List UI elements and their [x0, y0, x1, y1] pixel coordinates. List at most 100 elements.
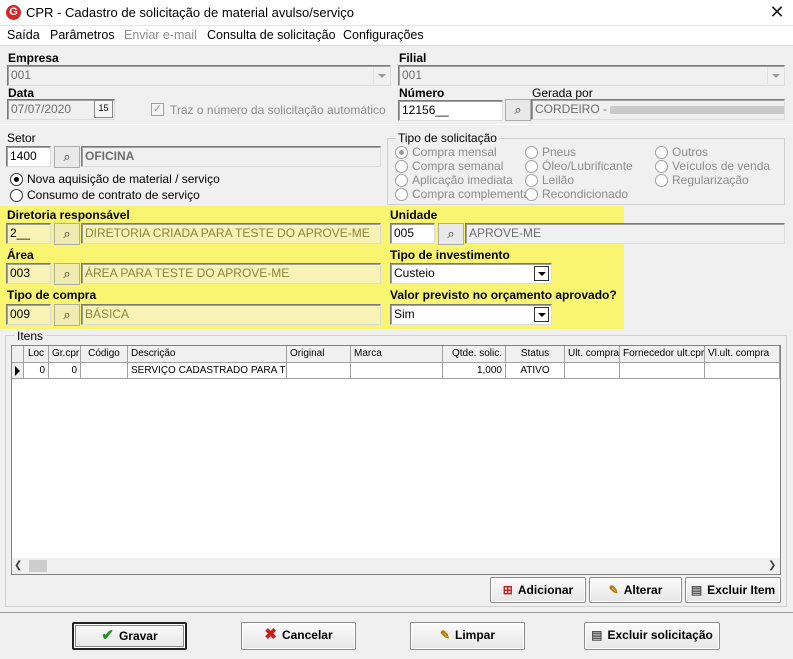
- binoculars-icon: ⌕: [63, 226, 71, 241]
- divider: [0, 124, 793, 125]
- col-header-original[interactable]: Original: [287, 346, 351, 363]
- menu-parametros[interactable]: Parâmetros: [50, 28, 115, 42]
- radio-veiculos-venda[interactable]: [655, 160, 668, 173]
- radio-compra-semanal[interactable]: [395, 160, 408, 173]
- gravar-button[interactable]: ✔ Gravar: [72, 622, 187, 650]
- trash-icon: ▤: [591, 628, 603, 642]
- area-code-field[interactable]: 003: [6, 263, 51, 284]
- radio-aplicacao-imediata-label: Aplicação imediata: [412, 173, 513, 187]
- filial-select[interactable]: 001: [398, 65, 785, 86]
- menu-consulta-solicitacao[interactable]: Consulta de solicitação: [207, 28, 336, 42]
- radio-nova-aquisicao-label: Nova aquisição de material / serviço: [27, 172, 220, 186]
- menu-bar: Saída Parâmetros Enviar e-mail Consulta …: [0, 26, 793, 46]
- col-header-marca[interactable]: Marca: [351, 346, 443, 363]
- cell-qtde[interactable]: 1,000: [443, 363, 506, 379]
- traz-numero-label: Traz o número da solicitação automático: [170, 103, 386, 117]
- radio-recondicionado[interactable]: [525, 188, 538, 201]
- radio-regularizacao[interactable]: [655, 174, 668, 187]
- area-label: Área: [7, 248, 34, 262]
- itens-grid[interactable]: Loc Gr.cpr Código Descrição Original Mar…: [11, 345, 781, 575]
- app-logo-icon: G: [6, 5, 21, 20]
- radio-compra-semanal-label: Compra semanal: [412, 159, 504, 173]
- menu-configuracoes[interactable]: Configurações: [343, 28, 424, 42]
- cell-original[interactable]: [287, 363, 351, 379]
- col-header-grcpr[interactable]: Gr.cpr: [49, 346, 81, 363]
- diretoria-lookup-button[interactable]: ⌕: [54, 223, 80, 245]
- scroll-left-icon[interactable]: ❮: [14, 560, 22, 571]
- col-header-vl-ult-compra[interactable]: Vl.ult. compra: [705, 346, 780, 363]
- cell-vl-ult-compra[interactable]: [705, 363, 780, 379]
- title-bar: G CPR - Cadastro de solicitação de mater…: [0, 0, 793, 26]
- chevron-down-icon[interactable]: [534, 307, 549, 322]
- chevron-down-icon[interactable]: [534, 266, 549, 281]
- data-value: 07/07/2020: [11, 102, 72, 116]
- radio-compra-complementar[interactable]: [395, 188, 408, 201]
- cell-fornecedor[interactable]: [620, 363, 705, 379]
- numero-label: Número: [399, 86, 445, 100]
- col-header-status[interactable]: Status: [506, 346, 565, 363]
- radio-leilao-label: Leilão: [542, 173, 575, 187]
- cell-grcpr[interactable]: 0: [49, 363, 81, 379]
- numero-lookup-button[interactable]: ⌕: [505, 99, 531, 121]
- cell-codigo[interactable]: [81, 363, 128, 379]
- trash-icon: ▤: [690, 583, 703, 597]
- col-header-fornecedor[interactable]: Fornecedor ult.cpr: [620, 346, 705, 363]
- col-header-descricao[interactable]: Descrição: [128, 346, 287, 363]
- chevron-down-icon[interactable]: [373, 67, 389, 84]
- radio-nova-aquisicao[interactable]: [10, 173, 23, 186]
- unidade-code-field[interactable]: 005: [390, 223, 435, 244]
- close-window-button[interactable]: ✕: [764, 1, 790, 25]
- excluir-item-button[interactable]: ▤ Excluir Item: [685, 577, 781, 603]
- setor-code-field[interactable]: 1400: [6, 146, 51, 167]
- tipo-compra-code-field[interactable]: 009: [6, 304, 51, 325]
- col-header-ult-compra[interactable]: Ult. compra: [565, 346, 620, 363]
- calendar-icon[interactable]: 15: [94, 100, 113, 118]
- radio-outros[interactable]: [655, 146, 668, 159]
- excluir-solicitacao-button[interactable]: ▤ Excluir solicitação: [584, 622, 720, 650]
- cell-descricao[interactable]: SERVIÇO CADASTRADO PARA TE: [128, 363, 287, 379]
- radio-compra-complementar-label: Compra complementar: [412, 187, 535, 201]
- tipo-compra-lookup-button[interactable]: ⌕: [54, 304, 80, 326]
- binoculars-icon: ⌕: [514, 102, 522, 117]
- radio-consumo-contrato[interactable]: [10, 189, 23, 202]
- col-header-codigo[interactable]: Código: [81, 346, 128, 363]
- radio-oleo-lubrificante[interactable]: [525, 160, 538, 173]
- radio-oleo-lubrificante-label: Óleo/Lubrificante: [542, 159, 633, 173]
- setor-lookup-button[interactable]: ⌕: [54, 146, 80, 168]
- col-header-loc[interactable]: Loc: [24, 346, 49, 363]
- col-header-qtde[interactable]: Qtde. solic.: [443, 346, 506, 363]
- radio-aplicacao-imediata[interactable]: [395, 174, 408, 187]
- valor-previsto-select[interactable]: Sim: [390, 304, 552, 325]
- unidade-lookup-button[interactable]: ⌕: [438, 223, 464, 245]
- alterar-button[interactable]: ✎ Alterar: [589, 577, 682, 603]
- horizontal-scrollbar[interactable]: ❮ ❯: [12, 558, 780, 574]
- scroll-right-icon[interactable]: ❯: [768, 560, 776, 571]
- setor-label: Setor: [7, 131, 36, 145]
- numero-field[interactable]: 12156__: [398, 100, 503, 121]
- eraser-icon: ✎: [439, 628, 451, 642]
- limpar-button[interactable]: ✎ Limpar: [410, 622, 525, 650]
- radio-compra-mensal[interactable]: [395, 146, 408, 159]
- cancelar-button[interactable]: ✖ Cancelar: [241, 622, 356, 650]
- row-pointer-icon: [12, 363, 24, 379]
- valor-previsto-label: Valor previsto no orçamento aprovado?: [390, 288, 617, 302]
- area-lookup-button[interactable]: ⌕: [54, 263, 80, 285]
- scrollbar-thumb[interactable]: [29, 560, 47, 572]
- add-document-icon: ⊞: [502, 583, 513, 597]
- diretoria-code-field[interactable]: 2__: [6, 223, 51, 244]
- radio-leilao[interactable]: [525, 174, 538, 187]
- cell-marca[interactable]: [351, 363, 443, 379]
- menu-saida[interactable]: Saída: [7, 28, 40, 42]
- adicionar-button[interactable]: ⊞ Adicionar: [490, 577, 586, 603]
- empresa-select[interactable]: 001: [7, 65, 391, 86]
- menu-enviar-email[interactable]: Enviar e-mail: [124, 28, 197, 42]
- tipo-investimento-select[interactable]: Custeio: [390, 263, 552, 284]
- cell-ult-compra[interactable]: [565, 363, 620, 379]
- cell-status[interactable]: ATIVO: [506, 363, 565, 379]
- radio-pneus[interactable]: [525, 146, 538, 159]
- chevron-down-icon[interactable]: [767, 67, 783, 84]
- unidade-name-field: APROVE-ME: [465, 223, 785, 244]
- tipo-compra-label: Tipo de compra: [7, 288, 97, 302]
- traz-numero-checkbox[interactable]: ✓: [151, 103, 164, 116]
- cell-loc[interactable]: 0: [24, 363, 49, 379]
